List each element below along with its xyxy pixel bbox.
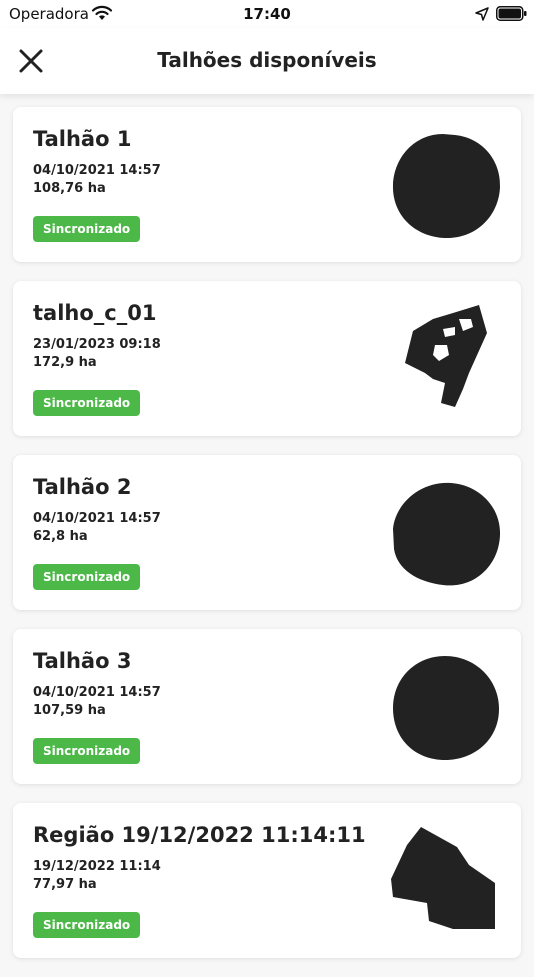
field-shape-thumbnail	[405, 305, 487, 407]
sync-status-badge: Sincronizado	[33, 912, 141, 938]
sync-status-badge: Sincronizado	[33, 390, 141, 416]
field-area: 107,59 ha	[33, 703, 106, 718]
page-title: Talhões disponíveis	[157, 48, 377, 72]
field-card[interactable]: Talhão 3 04/10/2021 14:57 107,59 ha Sinc…	[13, 629, 521, 784]
field-card[interactable]: Região 19/12/2022 11:14:11 19/12/2022 11…	[13, 803, 521, 958]
field-date: 04/10/2021 14:57	[33, 163, 161, 178]
field-name: Região 19/12/2022 11:14:11	[33, 823, 366, 847]
field-date: 23/01/2023 09:18	[33, 337, 161, 352]
field-shape-thumbnail	[393, 656, 499, 760]
field-card[interactable]: Talhão 1 04/10/2021 14:57 108,76 ha Sinc…	[13, 107, 521, 262]
location-arrow-icon	[475, 7, 489, 21]
battery-icon	[496, 6, 527, 21]
field-area: 172,9 ha	[33, 355, 97, 370]
field-area: 62,8 ha	[33, 529, 88, 544]
field-card[interactable]: talho_c_01 23/01/2023 09:18 172,9 ha Sin…	[13, 281, 521, 436]
circle-shape	[392, 134, 501, 239]
field-area: 108,76 ha	[33, 181, 106, 196]
field-name: Talhão 2	[33, 475, 132, 499]
field-shape-thumbnail	[391, 827, 495, 929]
sync-status-badge: Sincronizado	[33, 738, 141, 764]
field-date: 04/10/2021 14:57	[33, 511, 161, 526]
irregular-shape	[405, 305, 487, 407]
field-name: Talhão 3	[33, 649, 132, 673]
field-card[interactable]: Talhão 2 04/10/2021 14:57 62,8 ha Sincro…	[13, 455, 521, 610]
circle-shape	[393, 656, 499, 760]
status-bar: Operadora 17:40	[0, 0, 534, 28]
circle-shape	[393, 482, 501, 586]
field-date: 04/10/2021 14:57	[33, 685, 161, 700]
field-list: Talhão 1 04/10/2021 14:57 108,76 ha Sinc…	[13, 107, 521, 977]
clock-label: 17:40	[243, 5, 291, 23]
field-name: talho_c_01	[33, 301, 157, 325]
field-shape-thumbnail	[392, 134, 501, 239]
field-shape-thumbnail	[393, 482, 501, 586]
polygon-shape	[391, 827, 495, 929]
navigation-bar: Talhões disponíveis	[0, 28, 534, 94]
field-area: 77,97 ha	[33, 877, 97, 892]
sync-status-badge: Sincronizado	[33, 564, 141, 590]
field-name: Talhão 1	[33, 127, 132, 151]
sync-status-badge: Sincronizado	[33, 216, 141, 242]
field-date: 19/12/2022 11:14	[33, 859, 161, 874]
